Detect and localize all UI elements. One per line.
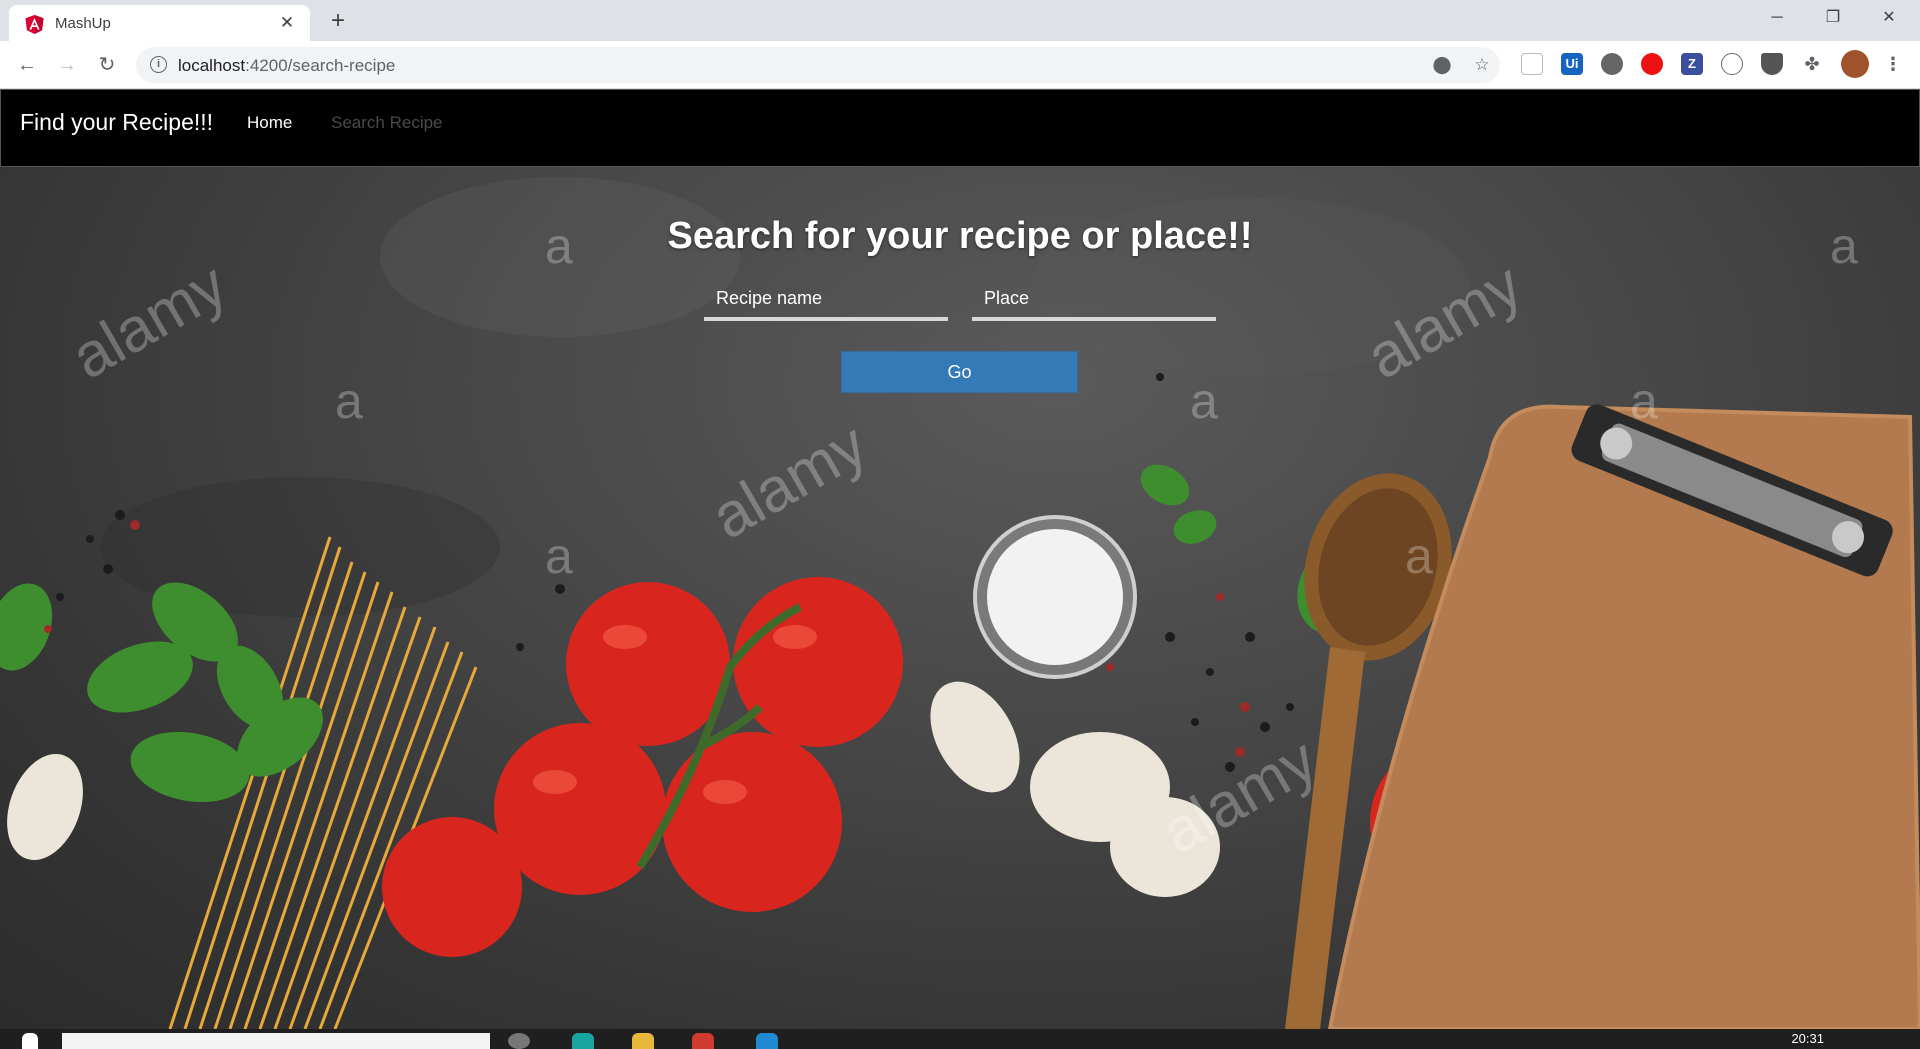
vscode-icon[interactable] bbox=[756, 1033, 778, 1049]
puzzle-icon[interactable]: ✤ bbox=[1801, 53, 1823, 75]
avatar[interactable] bbox=[1841, 50, 1869, 78]
arrow-left-icon[interactable]: ← bbox=[13, 51, 41, 79]
watermark-letter: a bbox=[1405, 528, 1433, 584]
place-input[interactable] bbox=[972, 279, 1216, 317]
extension-z-icon[interactable]: Z bbox=[1681, 53, 1703, 75]
task-view-icon[interactable] bbox=[508, 1033, 530, 1049]
nav-link-home[interactable]: Home bbox=[247, 113, 292, 133]
info-icon[interactable]: i bbox=[150, 56, 167, 73]
app-navbar: Find your Recipe!!! Home Search Recipe bbox=[0, 89, 1920, 167]
minimize-icon[interactable]: ─ bbox=[1754, 0, 1800, 36]
plus-icon[interactable]: + bbox=[324, 8, 352, 36]
address-bar[interactable]: i localhost:4200/search-recipe ⬤ ☆ bbox=[136, 47, 1500, 83]
brand-logo[interactable]: Find your Recipe!!! bbox=[20, 109, 213, 136]
browser-toolbar: ← → ↻ i localhost:4200/search-recipe ⬤ ☆… bbox=[0, 41, 1920, 89]
arrow-right-icon[interactable]: → bbox=[53, 51, 81, 79]
page-title: Search for your recipe or place!! bbox=[667, 215, 1253, 257]
recipe-name-field bbox=[704, 279, 948, 321]
file-explorer-icon[interactable] bbox=[632, 1033, 654, 1049]
location-pin-icon[interactable]: ⬤ bbox=[1432, 55, 1452, 75]
url-text[interactable]: localhost:4200/search-recipe bbox=[178, 56, 395, 76]
edge-icon[interactable] bbox=[572, 1033, 594, 1049]
recipe-name-input[interactable] bbox=[704, 279, 948, 317]
watermark-letter: a bbox=[1190, 373, 1218, 429]
extension-stop-icon[interactable] bbox=[1641, 53, 1663, 75]
star-icon[interactable]: ☆ bbox=[1472, 55, 1492, 75]
shield-icon[interactable] bbox=[1761, 53, 1783, 75]
restore-icon[interactable]: ❐ bbox=[1810, 0, 1856, 36]
close-icon[interactable]: ✕ bbox=[276, 12, 298, 34]
extension-ui-icon[interactable]: Ui bbox=[1561, 53, 1583, 75]
browser-tab[interactable]: MashUp ✕ bbox=[9, 5, 310, 41]
hero-section: alamy alamy alamy alamy a a a a a a a Se… bbox=[0, 167, 1920, 1029]
taskbar-clock[interactable]: 20:31 bbox=[1791, 1031, 1824, 1046]
watermark-letter: a bbox=[335, 373, 363, 429]
chrome-icon[interactable] bbox=[692, 1033, 714, 1049]
browser-tabstrip: MashUp ✕ + ─ ❐ ✕ bbox=[0, 0, 1920, 41]
extension-circle-icon[interactable] bbox=[1601, 53, 1623, 75]
windows-start-icon[interactable] bbox=[22, 1033, 38, 1049]
tab-title: MashUp bbox=[55, 15, 111, 32]
nav-link-search-recipe[interactable]: Search Recipe bbox=[331, 113, 443, 133]
angular-logo-icon bbox=[25, 15, 44, 34]
go-button[interactable]: Go bbox=[841, 351, 1078, 393]
reload-icon[interactable]: ↻ bbox=[93, 51, 121, 79]
extension-code-icon[interactable] bbox=[1721, 53, 1743, 75]
window-close-icon[interactable]: ✕ bbox=[1866, 0, 1912, 36]
extension-reader-icon[interactable] bbox=[1521, 53, 1543, 75]
kebab-menu-icon[interactable]: ⋮ bbox=[1882, 53, 1904, 75]
taskbar-search-box[interactable] bbox=[62, 1033, 490, 1049]
watermark-letter: a bbox=[545, 528, 573, 584]
watermark-letter: a bbox=[1630, 373, 1658, 429]
place-field bbox=[972, 279, 1216, 321]
food-background-image bbox=[0, 177, 1920, 1029]
os-taskbar: 20:31 bbox=[0, 1029, 1920, 1049]
